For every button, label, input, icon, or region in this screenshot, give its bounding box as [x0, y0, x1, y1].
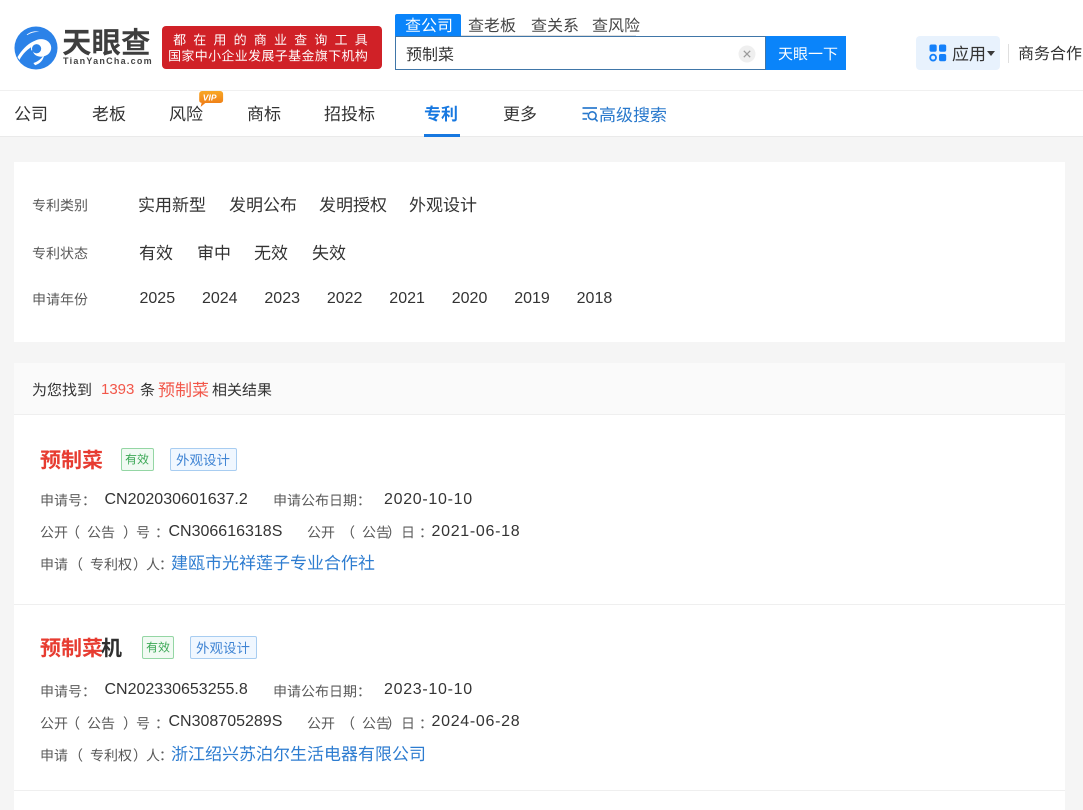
svg-text:VIP: VIP: [203, 92, 217, 102]
